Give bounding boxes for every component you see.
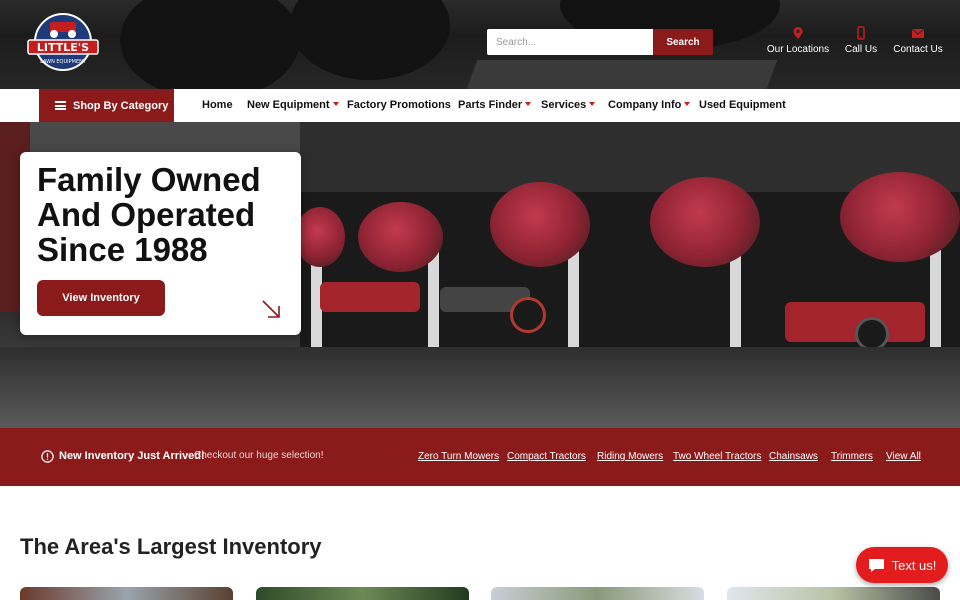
logo-text: LITTLE'S (37, 41, 89, 54)
call-us-label: Call Us (844, 44, 878, 55)
shop-by-category-label: Shop By Category (73, 99, 169, 112)
envelope-icon (912, 29, 924, 38)
caret-down-icon (332, 102, 339, 107)
shop-by-category-button[interactable]: Shop By Category (39, 89, 174, 122)
caret-down-icon (525, 102, 532, 107)
our-locations-label: Our Locations (766, 44, 830, 55)
hero-title: Family Owned And Operated Since 1988 (37, 161, 261, 268)
text-us-button[interactable]: Text us! (856, 547, 948, 583)
inventory-card[interactable] (256, 587, 469, 600)
top-header: LITTLE'S LAWN EQUIPMENT Search Our Locat… (0, 0, 960, 89)
arrow-down-right-icon[interactable] (260, 298, 282, 320)
inventory-heading: The Area's Largest Inventory (20, 534, 322, 559)
inventory-card[interactable] (491, 587, 704, 600)
nav-services[interactable]: Services (541, 89, 596, 122)
call-us-link[interactable]: Call Us (840, 26, 882, 55)
map-pin-icon (793, 27, 803, 39)
inventory-card[interactable] (727, 587, 940, 600)
search-input[interactable] (487, 29, 653, 55)
main-nav: Shop By Category Home New Equipment Fact… (0, 89, 960, 122)
banner-subtitle: Checkout our huge selection! (194, 450, 324, 461)
nav-used-equipment[interactable]: Used Equipment (699, 89, 786, 122)
alert-circle-icon (41, 450, 54, 463)
phone-icon (857, 26, 865, 40)
nav-company-info[interactable]: Company Info (608, 89, 691, 122)
text-us-label: Text us! (891, 557, 937, 573)
our-locations-link[interactable]: Our Locations (766, 26, 830, 55)
hero-card: Family Owned And Operated Since 1988 Vie… (20, 152, 301, 335)
inventory-card[interactable] (20, 587, 233, 600)
search-button[interactable]: Search (653, 29, 713, 55)
new-inventory-banner: New Inventory Just Arrived! Checkout our… (0, 428, 960, 486)
caret-down-icon (589, 102, 596, 107)
nav-parts-finder[interactable]: Parts Finder (458, 89, 532, 122)
contact-us-link[interactable]: Contact Us (890, 26, 946, 55)
link-chainsaws[interactable]: Chainsaws (769, 451, 818, 462)
link-compact-tractors[interactable]: Compact Tractors (507, 451, 586, 462)
view-inventory-button[interactable]: View Inventory (37, 280, 165, 316)
hamburger-icon (55, 101, 66, 110)
nav-home[interactable]: Home (202, 89, 233, 122)
contact-us-label: Contact Us (893, 44, 943, 55)
chat-bubble-icon (868, 558, 884, 572)
nav-new-equipment[interactable]: New Equipment (247, 89, 339, 122)
logo-tagline: LAWN EQUIPMENT (40, 59, 87, 65)
link-trimmers[interactable]: Trimmers (831, 451, 873, 462)
site-logo[interactable]: LITTLE'S LAWN EQUIPMENT (26, 12, 100, 78)
link-two-wheel-tractors[interactable]: Two Wheel Tractors (673, 451, 761, 462)
nav-factory-promotions[interactable]: Factory Promotions (347, 89, 451, 122)
link-view-all[interactable]: View All (886, 451, 921, 462)
link-zero-turn-mowers[interactable]: Zero Turn Mowers (418, 451, 499, 462)
link-riding-mowers[interactable]: Riding Mowers (597, 451, 663, 462)
caret-down-icon (684, 102, 691, 107)
banner-title: New Inventory Just Arrived! (59, 450, 205, 462)
